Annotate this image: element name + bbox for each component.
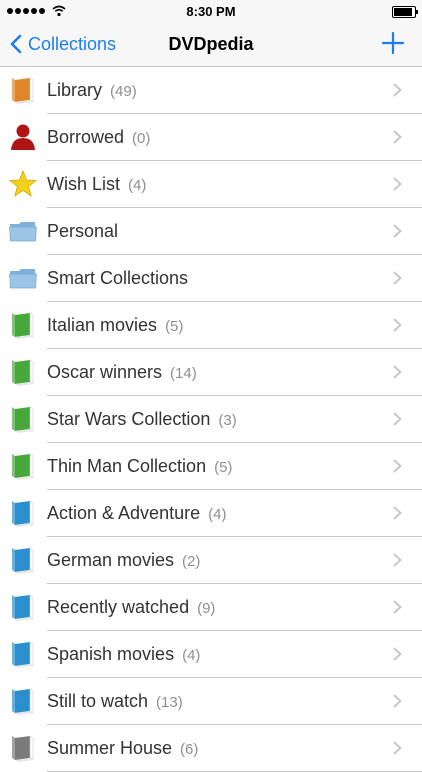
list-item[interactable]: German movies (2) — [0, 537, 422, 584]
status-bar: 8:30 PM — [0, 0, 422, 22]
list-item[interactable]: Wish List (4) — [0, 161, 422, 208]
book-blue-icon — [8, 592, 38, 622]
book-green-icon — [8, 451, 38, 481]
list-item-count: (14) — [170, 365, 197, 382]
list-item-label: Recently watched (9) — [47, 597, 215, 618]
list-item-count: (9) — [197, 600, 216, 617]
chevron-right-icon — [393, 459, 402, 473]
folder-icon — [8, 216, 38, 246]
list-item-label: Wish List (4) — [47, 174, 146, 195]
list-item-label: Summer House (6) — [47, 738, 198, 759]
list-item-count: (2) — [182, 553, 201, 570]
list-item-count: (4) — [208, 506, 227, 523]
chevron-right-icon — [393, 647, 402, 661]
list-item-title: Action & Adventure — [47, 503, 201, 523]
chevron-right-icon — [393, 741, 402, 755]
list-item-title: Borrowed — [47, 127, 125, 147]
folder-icon — [8, 263, 38, 293]
chevron-right-icon — [393, 506, 402, 520]
list-item[interactable]: Action & Adventure (4) — [0, 490, 422, 537]
list-item[interactable]: Thin Man Collection (5) — [0, 443, 422, 490]
list-item-label: German movies (2) — [47, 550, 200, 571]
list-item-title: Library — [47, 80, 103, 100]
list-item-count: (49) — [110, 83, 137, 100]
chevron-right-icon — [393, 600, 402, 614]
list-item[interactable]: Recently watched (9) — [0, 584, 422, 631]
book-blue-icon — [8, 498, 38, 528]
list-item-title: Italian movies — [47, 315, 158, 335]
list-item-label: Spanish movies (4) — [47, 644, 200, 665]
list-item[interactable]: Spanish movies (4) — [0, 631, 422, 678]
book-green-icon — [8, 310, 38, 340]
list-item[interactable]: Library (49) — [0, 67, 422, 114]
navigation-bar: Collections DVDpedia — [0, 22, 422, 67]
chevron-right-icon — [393, 271, 402, 285]
list-item[interactable]: Summer House (6) — [0, 725, 422, 772]
battery-level — [394, 8, 412, 16]
chevron-right-icon — [393, 553, 402, 567]
list-item-label: Smart Collections — [47, 268, 188, 289]
chevron-right-icon — [393, 130, 402, 144]
book-blue-icon — [8, 686, 38, 716]
list-item-count: (5) — [165, 318, 184, 335]
collections-list: Library (49) Borrowed (0) Wish List (4) Per… — [0, 67, 422, 772]
chevron-right-icon — [393, 318, 402, 332]
chevron-right-icon — [393, 412, 402, 426]
star-icon — [8, 169, 38, 199]
list-item[interactable]: Personal — [0, 208, 422, 255]
list-item-label: Still to watch (13) — [47, 691, 183, 712]
list-item-label: Library (49) — [47, 80, 137, 101]
list-item-count: (13) — [156, 694, 183, 711]
book-gray-icon — [8, 733, 38, 763]
page-title: DVDpedia — [168, 34, 254, 54]
list-item-label: Oscar winners (14) — [47, 362, 197, 383]
chevron-right-icon — [393, 177, 402, 191]
chevron-right-icon — [393, 365, 402, 379]
list-item-label: Italian movies (5) — [47, 315, 183, 336]
chevron-right-icon — [393, 83, 402, 97]
list-item-title: Still to watch — [47, 691, 149, 711]
list-item-count: (3) — [218, 412, 237, 429]
list-item-title: Thin Man Collection — [47, 456, 207, 476]
book-green-icon — [8, 404, 38, 434]
book-orange-icon — [8, 75, 38, 105]
list-item[interactable]: Borrowed (0) — [0, 114, 422, 161]
list-item-title: Summer House — [47, 738, 173, 758]
person-red-icon — [8, 122, 38, 152]
list-item-label: Thin Man Collection (5) — [47, 456, 232, 477]
book-green-icon — [8, 357, 38, 387]
list-item-title: Oscar winners — [47, 362, 163, 382]
list-item-label: Star Wars Collection (3) — [47, 409, 237, 430]
list-item-label: Action & Adventure (4) — [47, 503, 226, 524]
add-icon[interactable] — [380, 30, 406, 56]
list-item-title: Spanish movies — [47, 644, 175, 664]
book-blue-icon — [8, 639, 38, 669]
list-item-title: Personal — [47, 221, 119, 241]
list-item[interactable]: Star Wars Collection (3) — [0, 396, 422, 443]
list-item-label: Borrowed (0) — [47, 127, 150, 148]
list-item-count: (4) — [182, 647, 201, 664]
status-time: 8:30 PM — [186, 4, 236, 19]
list-item-count: (4) — [128, 177, 147, 194]
list-item-title: German movies — [47, 550, 175, 570]
list-item-title: Smart Collections — [47, 268, 189, 288]
book-blue-icon — [8, 545, 38, 575]
chevron-right-icon — [393, 694, 402, 708]
list-item-title: Recently watched — [47, 597, 190, 617]
chevron-right-icon — [393, 224, 402, 238]
list-item-count: (0) — [132, 130, 151, 147]
list-item[interactable]: Smart Collections — [0, 255, 422, 302]
list-item-label: Personal — [47, 221, 118, 242]
list-item[interactable]: Italian movies (5) — [0, 302, 422, 349]
list-item-count: (5) — [214, 459, 233, 476]
battery-icon — [392, 6, 418, 18]
list-item-title: Star Wars Collection — [47, 409, 211, 429]
list-item-title: Wish List — [47, 174, 121, 194]
list-item[interactable]: Oscar winners (14) — [0, 349, 422, 396]
list-item[interactable]: Still to watch (13) — [0, 678, 422, 725]
